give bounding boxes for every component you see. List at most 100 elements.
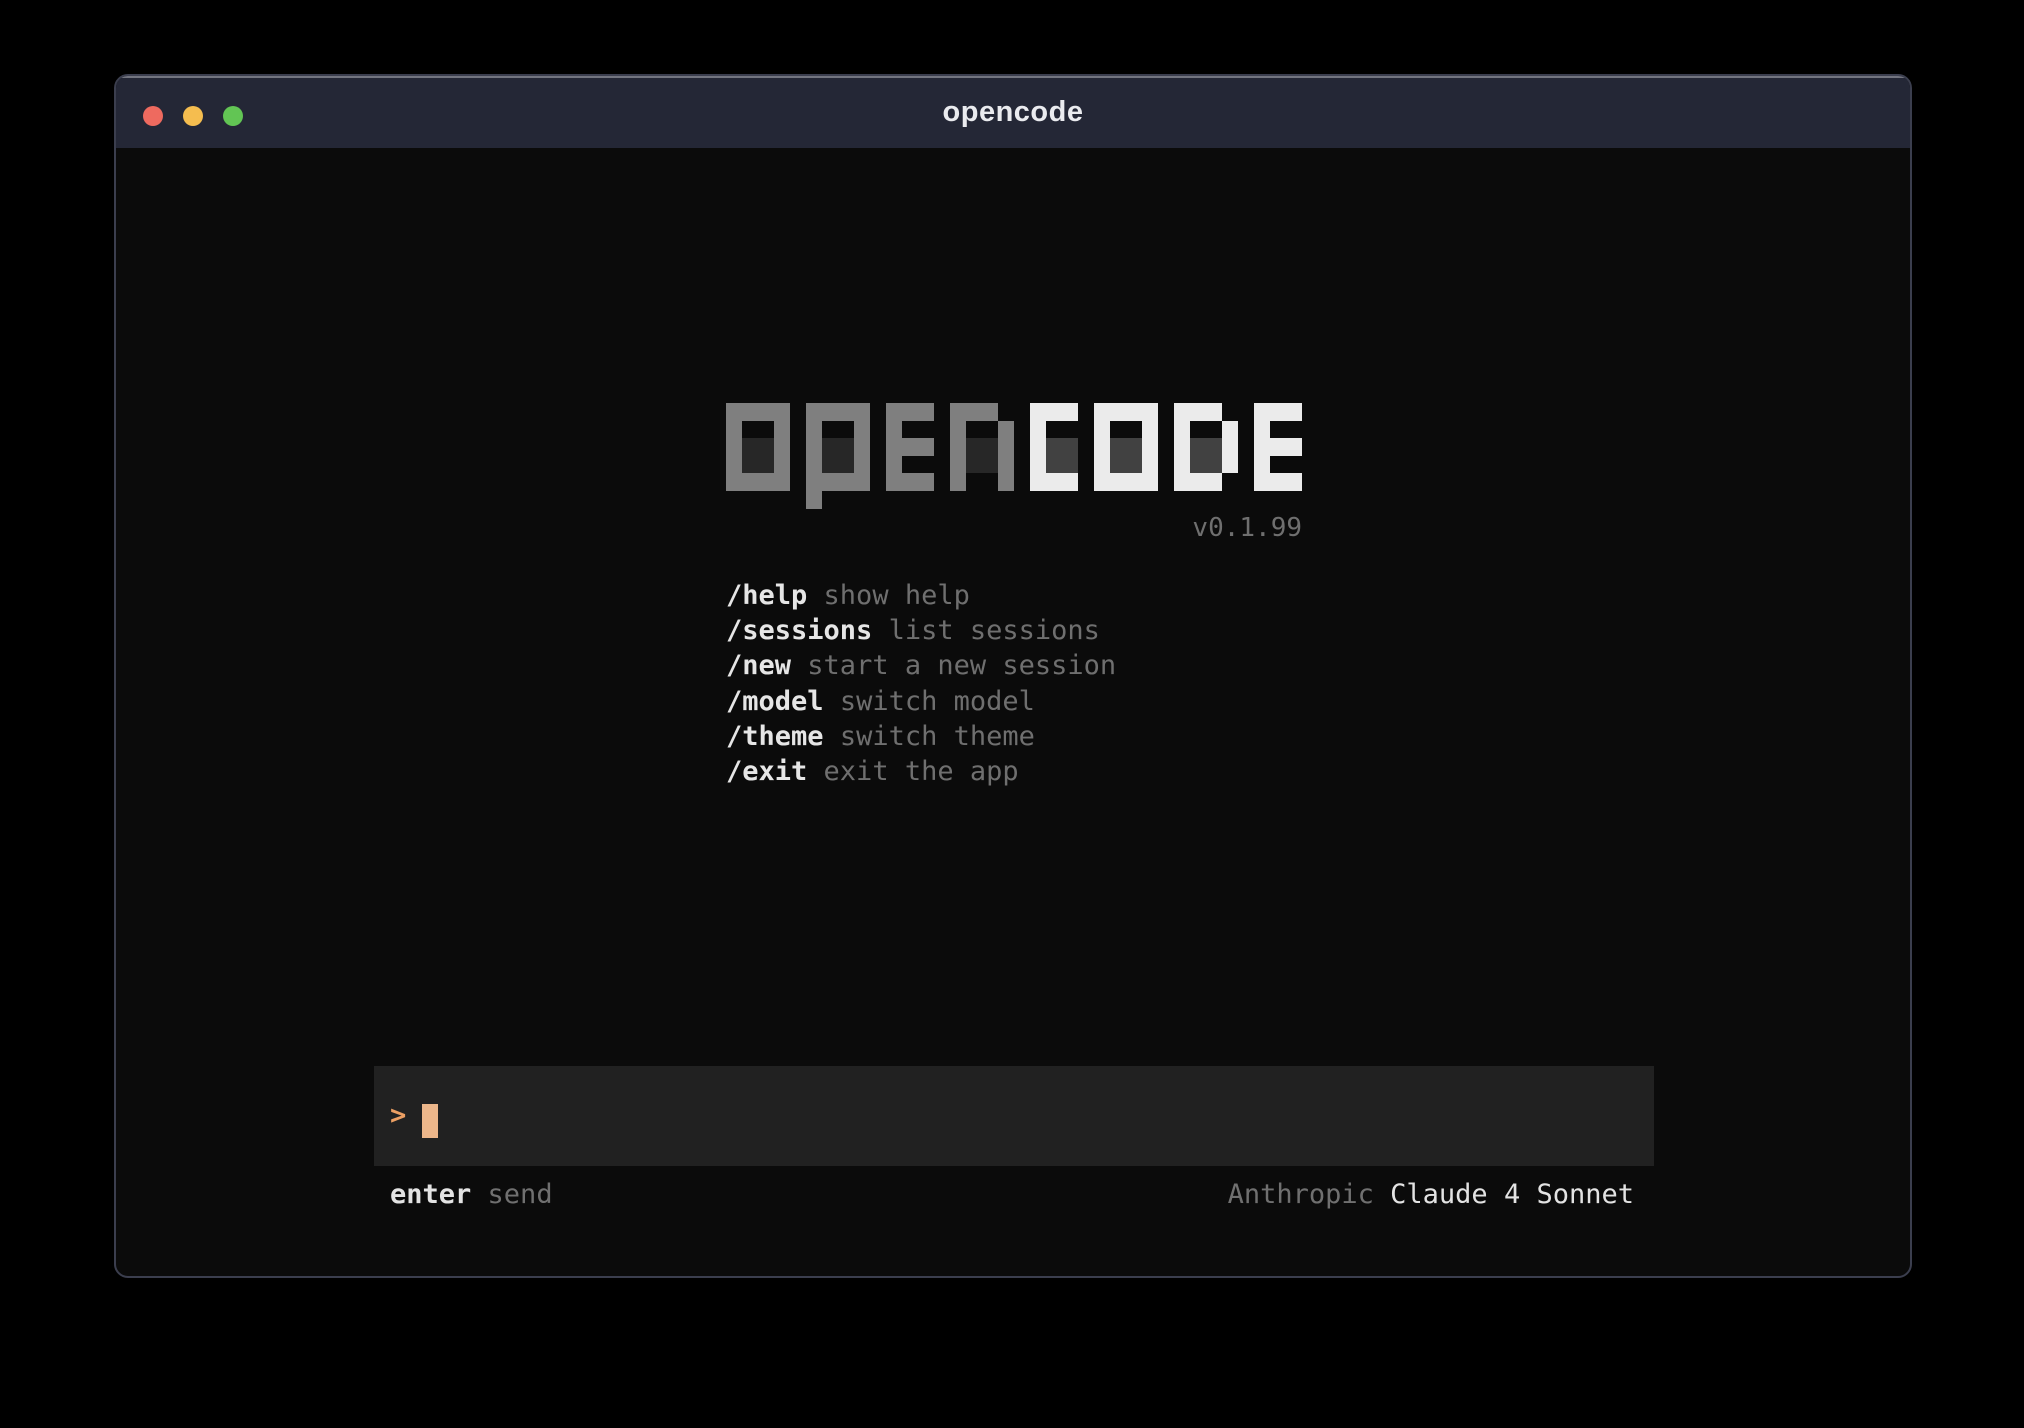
- text-cursor: [422, 1104, 438, 1138]
- logo-pixel: [1222, 456, 1238, 474]
- logo-pixel: [822, 473, 838, 491]
- app-window: opencode v0.1.99 /help show help/session…: [114, 74, 1912, 1278]
- logo-pixel: [1174, 403, 1190, 421]
- logo-pixel: [1174, 438, 1190, 456]
- command-name: /sessions: [726, 615, 872, 646]
- logo-pixel: [1110, 456, 1126, 474]
- logo-pixel: [854, 456, 870, 474]
- logo-pixel: [822, 421, 838, 439]
- logo-pixel: [822, 456, 838, 474]
- logo-pixel: [1270, 421, 1286, 439]
- logo-pixel: [950, 456, 966, 474]
- command-description: switch model: [840, 686, 1035, 717]
- logo-pixel: [1254, 403, 1270, 421]
- logo-pixel: [1286, 473, 1302, 491]
- logo-pixel: [918, 403, 934, 421]
- logo-pixel: [902, 473, 918, 491]
- logo-pixel: [902, 438, 918, 456]
- logo-pixel: [1190, 456, 1206, 474]
- logo-pixel: [1254, 456, 1270, 474]
- logo-pixel: [1222, 403, 1238, 421]
- logo-letter-e: [886, 403, 934, 491]
- model-indicator[interactable]: Anthropic Claude 4 Sonnet: [1228, 1178, 1634, 1212]
- logo-pixel: [1206, 473, 1222, 491]
- logo-pixel: [1270, 473, 1286, 491]
- command-list-item: /help show help: [726, 578, 1116, 613]
- logo-pixel: [742, 438, 758, 456]
- logo-pixel: [982, 403, 998, 421]
- logo-pixel: [806, 403, 822, 421]
- logo-pixel: [966, 473, 982, 491]
- logo-pixel: [854, 473, 870, 491]
- logo-letter-d: [1174, 403, 1238, 491]
- logo-pixel: [1046, 403, 1062, 421]
- logo-pixel: [1206, 421, 1222, 439]
- command-name: /new: [726, 650, 791, 681]
- command-list-item: /model switch model: [726, 684, 1116, 719]
- keybind-hint: enter send: [390, 1178, 553, 1212]
- traffic-light-minimize[interactable]: [183, 106, 203, 126]
- logo-pixel: [918, 421, 934, 439]
- logo-pixel: [1030, 421, 1046, 439]
- logo-pixel: [806, 421, 822, 439]
- logo-pixel: [1110, 403, 1126, 421]
- logo-pixel: [822, 438, 838, 456]
- logo-pixel: [838, 491, 854, 509]
- logo-pixel: [1190, 473, 1206, 491]
- command-description: switch theme: [840, 721, 1035, 752]
- logo-pixel: [838, 456, 854, 474]
- logo-pixel: [758, 421, 774, 439]
- logo-letter-p: [806, 403, 870, 509]
- logo-pixel: [998, 473, 1014, 491]
- logo-pixel: [838, 473, 854, 491]
- logo-pixel: [838, 438, 854, 456]
- logo-pixel: [806, 491, 822, 509]
- traffic-light-close[interactable]: [143, 106, 163, 126]
- titlebar-highlight: [116, 76, 1910, 78]
- logo-pixel: [774, 473, 790, 491]
- message-input[interactable]: >: [374, 1066, 1654, 1166]
- traffic-light-zoom[interactable]: [223, 106, 243, 126]
- command-name: /exit: [726, 756, 807, 787]
- logo-pixel: [758, 403, 774, 421]
- logo-pixel: [1142, 438, 1158, 456]
- logo-pixel: [886, 421, 902, 439]
- command-list-item: /sessions list sessions: [726, 613, 1116, 648]
- logo-pixel: [1254, 438, 1270, 456]
- logo-letter-o: [1094, 403, 1158, 491]
- logo-pixel: [1286, 438, 1302, 456]
- logo-pixel: [1126, 438, 1142, 456]
- logo-pixel: [1222, 421, 1238, 439]
- logo-pixel: [758, 473, 774, 491]
- logo-pixel: [1094, 421, 1110, 439]
- command-description: show help: [824, 580, 970, 611]
- logo-pixel: [1270, 438, 1286, 456]
- logo-pixel: [1190, 421, 1206, 439]
- version-label: v0.1.99: [726, 513, 1302, 543]
- logo-pixel: [1094, 438, 1110, 456]
- logo-pixel: [1030, 473, 1046, 491]
- logo-pixel: [774, 403, 790, 421]
- logo-pixel: [1270, 456, 1286, 474]
- logo-pixel: [742, 473, 758, 491]
- logo-letter-e: [1254, 403, 1302, 491]
- logo-pixel: [950, 438, 966, 456]
- logo-pixel: [774, 456, 790, 474]
- opencode-logo: [726, 403, 1302, 509]
- logo-pixel: [998, 403, 1014, 421]
- logo-pixel: [1142, 403, 1158, 421]
- logo-pixel: [902, 456, 918, 474]
- logo-pixel: [726, 438, 742, 456]
- logo-pixel: [1126, 421, 1142, 439]
- logo-pixel: [886, 473, 902, 491]
- command-help-list: /help show help/sessions list sessions/n…: [726, 578, 1116, 789]
- logo-pixel: [854, 403, 870, 421]
- logo-pixel: [1174, 456, 1190, 474]
- logo-pixel: [742, 403, 758, 421]
- logo-pixel: [1030, 438, 1046, 456]
- logo-pixel: [1222, 473, 1238, 491]
- logo-pixel: [966, 438, 982, 456]
- logo-pixel: [854, 491, 870, 509]
- logo-pixel: [838, 403, 854, 421]
- logo-pixel: [1206, 456, 1222, 474]
